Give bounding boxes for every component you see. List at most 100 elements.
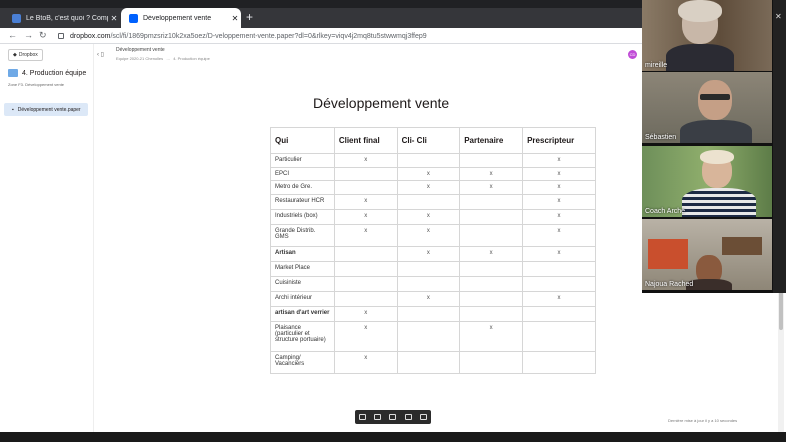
table-cell[interactable] [396,194,461,210]
checkbox-icon[interactable] [374,414,382,420]
table-cell[interactable]: x [396,180,461,195]
table-cell[interactable] [333,167,398,181]
table-cell[interactable]: x [522,246,596,262]
row-label[interactable]: Market Place [270,261,335,277]
back-icon[interactable]: ← [8,30,17,40]
column-header[interactable]: Partenaire [459,127,524,154]
table-cell[interactable] [396,261,461,277]
table-cell[interactable] [459,224,524,247]
table-cell[interactable]: x [522,224,596,247]
table-cell[interactable] [522,276,596,292]
table-cell[interactable] [459,209,524,225]
table-cell[interactable]: x [333,209,398,225]
avatar[interactable]: CD [628,50,637,59]
dropbox-button[interactable]: ◆ Dropbox [8,49,43,61]
table-cell[interactable] [522,321,596,352]
collapse-sidebar-icon[interactable]: ‹ ▯ [97,51,104,58]
table-cell[interactable]: x [396,246,461,262]
table-cell[interactable]: x [333,224,398,247]
table-cell[interactable]: x [333,153,398,168]
table-cell[interactable]: x [522,194,596,210]
row-label[interactable]: Grande Distrib. GMS [270,224,335,247]
table-cell[interactable] [396,276,461,292]
image-icon[interactable] [359,414,367,420]
row-label[interactable]: Restaurateur HCR [270,194,335,210]
table-cell[interactable] [333,180,398,195]
table-cell[interactable] [333,291,398,307]
sidebar-doc-item[interactable]: ▪ Développement vente.paper [4,103,88,116]
table-cell[interactable]: x [522,180,596,195]
table-cell[interactable] [333,276,398,292]
row-label[interactable]: Plaisance (particulier et structure port… [270,321,335,352]
table-cell[interactable]: x [396,167,461,181]
table-cell[interactable] [459,276,524,292]
table-cell[interactable]: x [333,351,398,374]
check-mark: x [364,157,368,163]
row-label[interactable]: Particulier [270,153,335,168]
table-cell[interactable] [396,306,461,322]
table-icon[interactable] [419,414,427,420]
tab-active[interactable]: Développement vente ✕ [121,8,241,28]
tab-inactive[interactable]: Le BtoB, c'est quoi ? Comprendre ✕ [4,8,120,28]
column-header[interactable]: Prescripteur [522,127,596,154]
table-cell[interactable] [459,306,524,322]
breadcrumb: Equipe 2020-21 Chenolles ... 4. Producti… [116,56,210,61]
participant-tile[interactable]: Coach Arche [642,146,772,217]
row-label[interactable]: Industriels (box) [270,209,335,225]
table-cell[interactable] [333,261,398,277]
check-mark: x [557,228,561,234]
table-cell[interactable]: x [459,321,524,352]
row-label[interactable]: Cuisiniste [270,276,335,292]
new-tab-icon[interactable]: + [246,10,253,24]
table-cell[interactable]: x [522,167,596,181]
table-cell[interactable] [396,351,461,374]
table-cell[interactable]: x [459,167,524,181]
table-cell[interactable]: x [396,209,461,225]
check-mark: x [364,325,368,331]
close-tab-icon[interactable]: ✕ [108,14,120,23]
table-cell[interactable]: x [459,246,524,262]
table-cell[interactable]: x [522,153,596,168]
table-cell[interactable]: x [396,291,461,307]
breadcrumb-team[interactable]: Equipe 2020-21 Chenolles [116,56,163,61]
table-cell[interactable] [522,306,596,322]
table-cell[interactable] [522,351,596,374]
bullet-list-icon[interactable] [389,414,397,420]
close-tab-icon[interactable]: ✕ [229,14,241,23]
table-cell[interactable] [459,194,524,210]
column-header[interactable]: Client final [333,127,398,154]
table-cell[interactable] [459,351,524,374]
url-field[interactable]: dropbox.com /scl/fi/1869pmzsriz10k2xa5oe… [58,30,638,42]
table-cell[interactable] [333,246,398,262]
participant-tile[interactable]: Najoua Rached [642,219,772,290]
numbered-list-icon[interactable] [404,414,412,420]
breadcrumb-folder[interactable]: 4. Production équipe [173,56,210,61]
folder-item[interactable]: 4. Production équipe [8,69,86,77]
row-label[interactable]: Artisan [270,246,335,262]
row-label[interactable]: EPCI [270,167,335,181]
table-cell[interactable]: x [459,180,524,195]
table-cell[interactable] [522,261,596,277]
row-label[interactable]: artisan d'art verrier [270,306,335,322]
table-cell[interactable]: x [522,209,596,225]
table-cell[interactable] [459,291,524,307]
column-header[interactable]: Cli- Cli [396,127,461,154]
table-cell[interactable]: x [522,291,596,307]
row-label[interactable]: Metro de Gre. [270,180,335,195]
table-cell[interactable] [459,153,524,168]
row-label[interactable]: Camping/ Vacanciers [270,351,335,374]
row-label[interactable]: Archi intérieur [270,291,335,307]
participant-tile[interactable]: mireille [642,0,772,71]
reload-icon[interactable]: ↻ [39,30,47,41]
table-cell[interactable]: x [333,194,398,210]
column-header[interactable]: Qui [270,127,335,154]
table-cell[interactable] [396,321,461,352]
participant-tile[interactable]: Sébastien [642,72,772,143]
table-cell[interactable]: x [333,321,398,352]
table-cell[interactable]: x [396,224,461,247]
table-cell[interactable]: x [333,306,398,322]
table-cell[interactable] [396,153,461,168]
table-cell[interactable] [459,261,524,277]
forward-icon[interactable]: → [24,30,33,40]
close-icon[interactable]: ✕ [775,12,782,21]
